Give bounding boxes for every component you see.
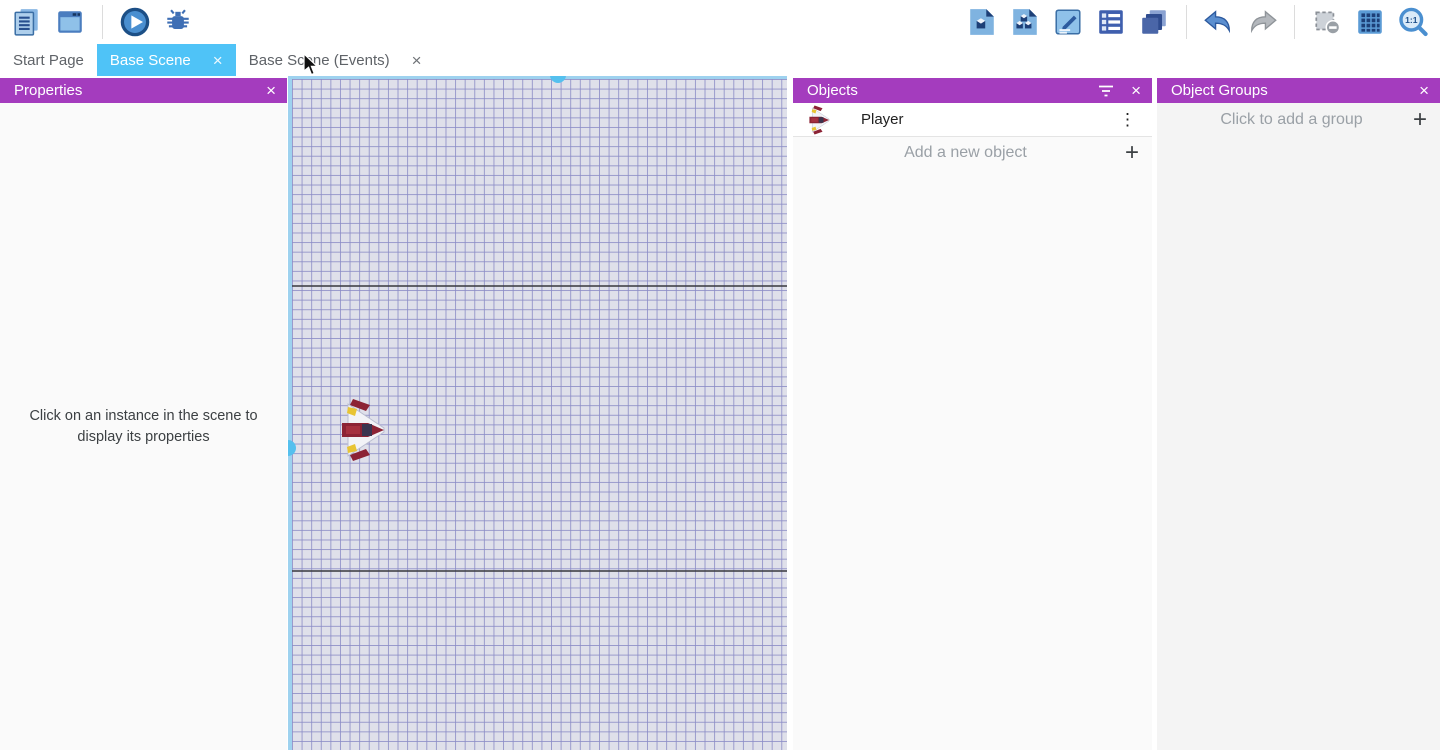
zoom-level-label: 1:1 xyxy=(1405,15,1418,25)
debug-icon[interactable] xyxy=(161,5,195,39)
player-object-thumbnail xyxy=(805,105,833,135)
object-groups-panel-header: Object Groups × xyxy=(1157,78,1440,103)
panel-title: Object Groups xyxy=(1171,82,1268,99)
instances-list-icon[interactable] xyxy=(1094,5,1128,39)
tab-label: Base Scene (Events) xyxy=(249,52,390,69)
gdevelop-window: 1:1 Start Page Base Scene × Base Scene (… xyxy=(0,0,1440,750)
scene-canvas[interactable] xyxy=(288,76,787,750)
add-group-label: Click to add a group xyxy=(1170,111,1413,129)
add-group-row[interactable]: Click to add a group + xyxy=(1157,103,1440,136)
project-manager-icon[interactable] xyxy=(10,5,44,39)
player-instance-sprite[interactable] xyxy=(340,398,385,462)
tab-label: Start Page xyxy=(13,52,84,69)
objects-panel: Objects × xyxy=(793,78,1152,750)
tab-start-page[interactable]: Start Page xyxy=(0,44,97,76)
add-object-label: Add a new object xyxy=(806,144,1125,162)
grid-icon[interactable] xyxy=(1353,5,1387,39)
add-object-plus-icon[interactable]: + xyxy=(1125,141,1139,165)
main-toolbar: 1:1 xyxy=(0,0,1440,44)
object-groups-panel-icon[interactable] xyxy=(1008,5,1042,39)
close-icon[interactable]: × xyxy=(1131,82,1141,99)
properties-panel: Properties × Click on an instance in the… xyxy=(0,78,287,750)
object-context-menu-icon[interactable]: ⋮ xyxy=(1115,110,1140,130)
toolbar-left-group xyxy=(10,5,195,39)
redo-icon[interactable] xyxy=(1245,5,1279,39)
properties-hint-text: Click on an instance in the scene to dis… xyxy=(7,406,281,447)
window-mask-icon[interactable] xyxy=(1310,5,1344,39)
filter-icon[interactable] xyxy=(1099,85,1113,97)
object-name-label: Player xyxy=(861,111,904,128)
add-group-plus-icon[interactable]: + xyxy=(1413,108,1427,132)
toolbar-divider xyxy=(1186,5,1187,39)
game-window-border-line xyxy=(292,285,787,287)
toolbar-divider xyxy=(102,5,103,39)
zoom-1-1-icon[interactable]: 1:1 xyxy=(1396,5,1430,39)
tab-close-icon[interactable]: × xyxy=(412,52,422,69)
properties-panel-icon[interactable] xyxy=(1051,5,1085,39)
tab-label: Base Scene xyxy=(110,52,191,69)
close-icon[interactable]: × xyxy=(1419,82,1429,99)
add-new-object-row[interactable]: Add a new object + xyxy=(793,137,1152,168)
undo-icon[interactable] xyxy=(1202,5,1236,39)
tab-base-scene-events[interactable]: Base Scene (Events) × xyxy=(236,44,435,76)
objects-panel-header: Objects × xyxy=(793,78,1152,103)
preview-window-icon[interactable] xyxy=(53,5,87,39)
objects-panel-icon[interactable] xyxy=(965,5,999,39)
scene-top-border xyxy=(288,76,787,79)
tab-base-scene[interactable]: Base Scene × xyxy=(97,44,236,76)
panel-title: Objects xyxy=(807,82,858,99)
toolbar-right-group: 1:1 xyxy=(965,5,1430,39)
panel-title: Properties xyxy=(14,82,82,99)
properties-panel-body: Click on an instance in the scene to dis… xyxy=(0,103,287,750)
object-groups-panel: Object Groups × Click to add a group + xyxy=(1157,78,1440,750)
editor-tab-bar: Start Page Base Scene × Base Scene (Even… xyxy=(0,44,1440,76)
toolbar-divider xyxy=(1294,5,1295,39)
play-icon[interactable] xyxy=(118,5,152,39)
scene-left-border xyxy=(288,76,292,750)
properties-panel-header: Properties × xyxy=(0,78,287,103)
object-list-item-player[interactable]: Player ⋮ xyxy=(793,103,1152,137)
tab-close-icon[interactable]: × xyxy=(213,52,223,69)
game-window-border-line xyxy=(292,570,787,572)
layers-panel-icon[interactable] xyxy=(1137,5,1171,39)
close-icon[interactable]: × xyxy=(266,82,276,99)
